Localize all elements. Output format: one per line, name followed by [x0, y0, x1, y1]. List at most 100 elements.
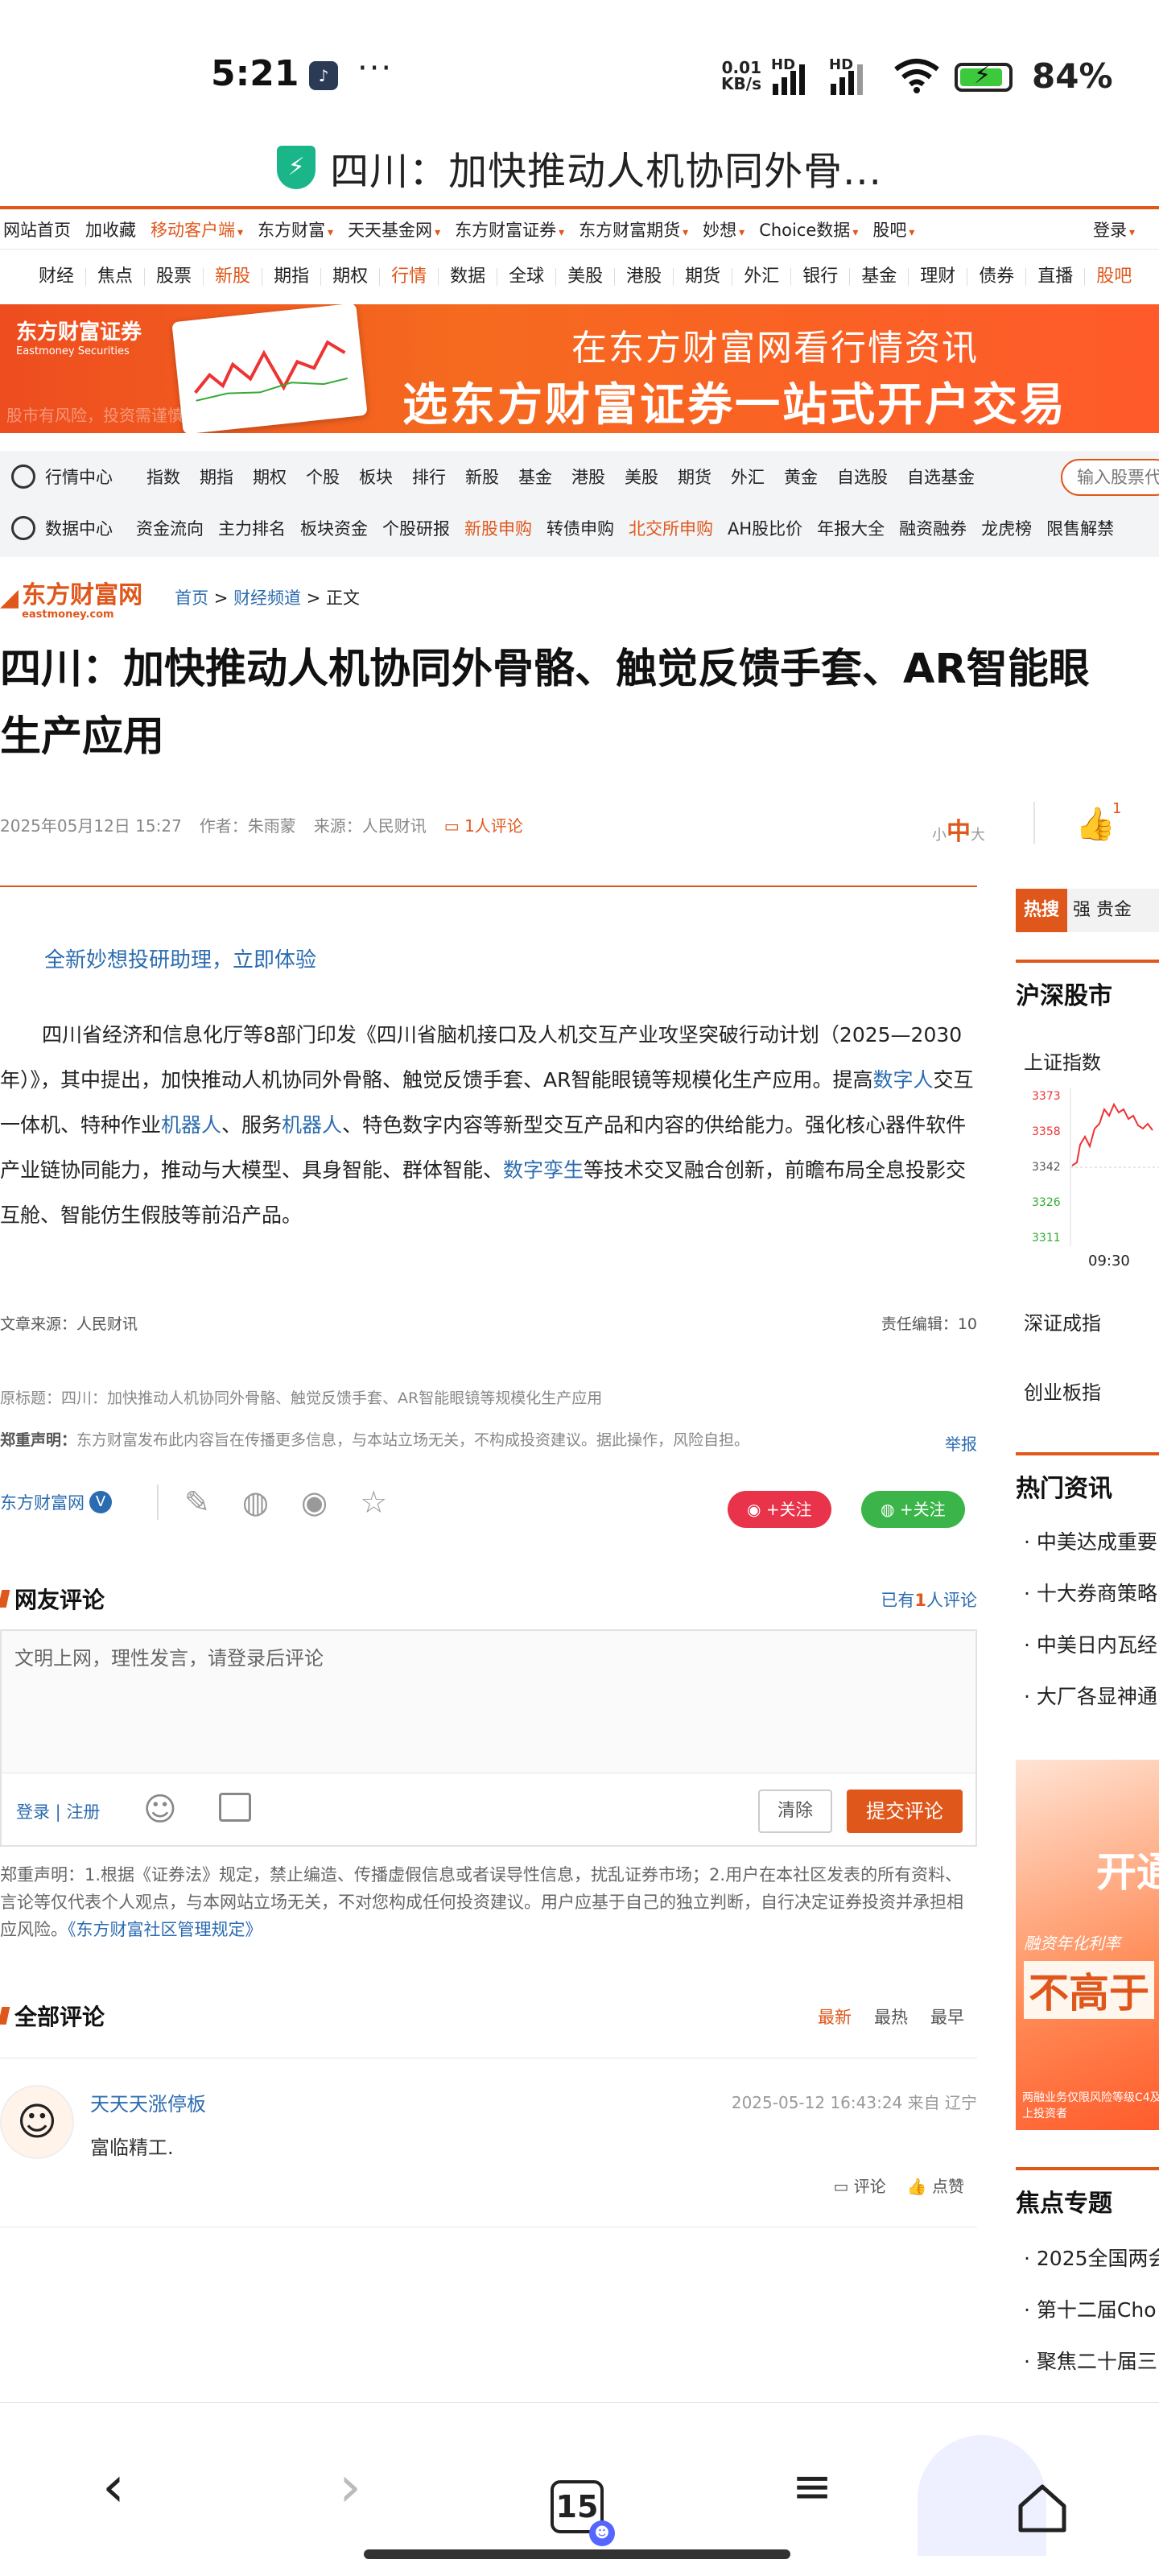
market-center-label[interactable]: 行情中心 — [0, 464, 137, 489]
hot-news-item[interactable]: · 中美达成重要 — [1024, 1526, 1157, 1555]
ai-assistant-promo[interactable]: 全新妙想投研助理，立即体验 — [44, 943, 316, 973]
cat-us-stocks[interactable]: 美股 — [555, 268, 614, 286]
link-digital-human[interactable]: 数字人 — [872, 1068, 933, 1092]
cat-fund[interactable]: 基金 — [849, 268, 908, 286]
index-chinext[interactable]: 创业板指 — [1024, 1377, 1101, 1405]
hot-news-item[interactable]: · 中美日内瓦经 — [1024, 1629, 1157, 1658]
link-robot-1[interactable]: 机器人 — [161, 1113, 221, 1137]
data-center-label[interactable]: 数据中心 — [0, 516, 137, 540]
cat-futures[interactable]: 期货 — [673, 268, 732, 286]
hot-search-bar[interactable]: 热搜 强 贵金 — [1016, 889, 1159, 932]
star-favorite-icon[interactable]: ☆ — [360, 1484, 387, 1520]
market-item-fund[interactable]: 基金 — [518, 468, 552, 487]
account-link[interactable]: 东方财富网 V — [0, 1490, 112, 1514]
tab-earliest[interactable]: 最早 — [930, 2004, 964, 2029]
market-item-futures[interactable]: 期货 — [678, 468, 711, 487]
avatar[interactable]: ☺ — [0, 2085, 74, 2159]
comment-total[interactable]: 已有1人评论 — [881, 1587, 977, 1612]
cat-options[interactable]: 期权 — [320, 268, 379, 286]
comment-register-link[interactable]: 注册 — [66, 1802, 100, 1822]
cat-hk-stocks[interactable]: 港股 — [614, 268, 673, 286]
font-small[interactable]: 小 — [932, 827, 947, 844]
data-item-annual-reports[interactable]: 年报大全 — [817, 519, 885, 539]
market-item-hk[interactable]: 港股 — [571, 468, 605, 487]
nav-mobile-client[interactable]: 移动客户端 ▾ — [151, 217, 243, 242]
image-upload-icon[interactable] — [219, 1793, 251, 1822]
weibo-share-icon[interactable]: ◉ — [301, 1484, 328, 1520]
market-item-forex[interactable]: 外汇 — [731, 468, 765, 487]
topic-item[interactable]: · 聚焦二十届三 — [1024, 2346, 1157, 2375]
cat-stocks[interactable]: 股票 — [144, 268, 203, 286]
market-item-options[interactable]: 期权 — [253, 468, 287, 487]
sidebar-ad[interactable]: 开通 融资年化利率 不高于 两融业务仅限风险等级C4及以上投资者 — [1016, 1760, 1159, 2130]
nav-miaoxiang[interactable]: 妙想 ▾ — [703, 217, 744, 242]
cat-global[interactable]: 全球 — [497, 268, 555, 286]
data-item-main-rank[interactable]: 主力排名 — [218, 519, 286, 539]
comment-input[interactable]: 文明上网，理性发言，请登录后评论 — [2, 1631, 975, 1682]
link-robot-2[interactable]: 机器人 — [282, 1113, 342, 1137]
market-item-us[interactable]: 美股 — [625, 468, 658, 487]
nav-choice[interactable]: Choice数据 ▾ — [759, 217, 858, 242]
breadcrumb-home[interactable]: 首页 — [175, 588, 208, 608]
hot-news-item[interactable]: · 大厂各显神通 — [1024, 1681, 1157, 1710]
stock-search-input[interactable]: 输入股票代 — [1061, 459, 1159, 496]
cat-ipo[interactable]: 新股 — [203, 268, 262, 286]
market-item-ranking[interactable]: 排行 — [412, 468, 446, 487]
topic-item[interactable]: · 第十二届Cho — [1024, 2294, 1157, 2323]
comment-count-link[interactable]: ▭ 1人评论 — [444, 813, 523, 836]
back-icon[interactable]: ‹ — [77, 2454, 150, 2527]
nav-home[interactable]: 网站首页 — [3, 217, 71, 242]
login-link[interactable]: 登录 ▾ — [1093, 217, 1135, 242]
market-item-index[interactable]: 指数 — [146, 468, 180, 487]
eastmoney-logo[interactable]: ◢ 东方财富网 eastmoney.com — [0, 575, 142, 620]
market-item-watch-fund[interactable]: 自选基金 — [907, 468, 975, 487]
menu-icon[interactable]: ≡ — [776, 2454, 848, 2527]
link-digital-twin[interactable]: 数字孪生 — [503, 1158, 584, 1182]
comment-username[interactable]: 天天天涨停板 — [90, 2088, 206, 2116]
report-link[interactable]: 举报 — [945, 1431, 977, 1455]
cat-finance[interactable]: 财经 — [27, 268, 85, 286]
market-item-sectors[interactable]: 板块 — [359, 468, 393, 487]
cat-forex[interactable]: 外汇 — [732, 268, 790, 286]
nav-futures[interactable]: 东方财富期货 ▾ — [579, 217, 688, 242]
wechat-share-icon[interactable]: ◍ — [242, 1484, 269, 1520]
cat-data[interactable]: 数据 — [438, 268, 497, 286]
nav-guba[interactable]: 股吧 ▾ — [872, 217, 914, 242]
clear-button[interactable]: 清除 — [758, 1790, 832, 1833]
data-item-ipo-subscribe[interactable]: 新股申购 — [464, 519, 532, 539]
reply-button[interactable]: ▭ 评论 — [833, 2174, 885, 2197]
hot-news-item[interactable]: · 十大券商策略 — [1024, 1578, 1157, 1607]
nav-eastmoney[interactable]: 东方财富 ▾ — [258, 217, 333, 242]
cat-focus[interactable]: 焦点 — [85, 268, 144, 286]
market-item-index-futures[interactable]: 期指 — [200, 468, 233, 487]
cat-bank[interactable]: 银行 — [790, 268, 849, 286]
forward-icon[interactable]: › — [314, 2454, 386, 2527]
emoji-icon[interactable]: ☺ — [143, 1791, 177, 1828]
nav-favorite[interactable]: 加收藏 — [85, 217, 136, 242]
data-item-bse-subscribe[interactable]: 北交所申购 — [629, 519, 713, 539]
cat-bonds[interactable]: 债券 — [967, 268, 1025, 286]
topic-item[interactable]: · 2025全国两会 — [1024, 2243, 1159, 2272]
font-size-switch[interactable]: 小中大 — [932, 811, 985, 847]
cat-guba[interactable]: 股吧 — [1084, 268, 1143, 286]
thumbs-up-icon[interactable]: 👍 — [1075, 805, 1116, 843]
data-item-dragon-tiger[interactable]: 龙虎榜 — [981, 519, 1032, 539]
font-mid[interactable]: 中 — [947, 818, 971, 846]
comment-login-link[interactable]: 登录 — [16, 1802, 50, 1822]
browser-title-bar[interactable]: ⚡ 四川：加快推动人机协同外骨... — [0, 129, 1159, 206]
home-icon[interactable] — [1016, 2482, 1069, 2535]
index-shanghai[interactable]: 上证指数 — [1024, 1046, 1101, 1075]
data-item-unlock[interactable]: 限售解禁 — [1046, 519, 1114, 539]
data-item-margin[interactable]: 融资融券 — [899, 519, 967, 539]
market-item-watchlist[interactable]: 自选股 — [837, 468, 888, 487]
cat-index-futures[interactable]: 期指 — [262, 268, 320, 286]
index-shenzhen[interactable]: 深证成指 — [1024, 1307, 1101, 1335]
font-large[interactable]: 大 — [971, 827, 985, 844]
community-rules-link[interactable]: 《东方财富社区管理规定》 — [68, 1920, 262, 1939]
follow-weibo-button[interactable]: ◉ +关注 — [728, 1491, 831, 1528]
market-item-gold[interactable]: 黄金 — [784, 468, 818, 487]
cat-live[interactable]: 直播 — [1025, 268, 1084, 286]
tab-hottest[interactable]: 最热 — [874, 2004, 908, 2029]
ad-banner[interactable]: 东方财富证券 Eastmoney Securities 在东方财富网看行情资讯 选… — [0, 304, 1159, 433]
like-button[interactable]: 👍 点赞 — [907, 2174, 964, 2197]
